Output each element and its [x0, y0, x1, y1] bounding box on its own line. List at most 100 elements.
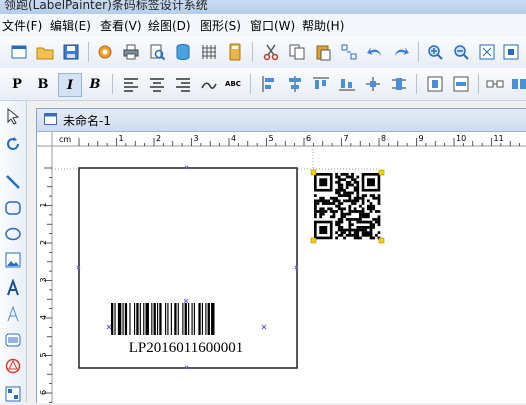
label-border-rectangle[interactable]	[78, 167, 298, 369]
outline-text-tool-icon[interactable]	[2, 303, 24, 325]
qr-module	[345, 199, 349, 203]
qr-module	[327, 199, 330, 203]
database-icon[interactable]	[172, 41, 194, 63]
qr-module	[329, 207, 333, 211]
same-height-icon[interactable]	[508, 73, 526, 95]
rounded-rectangle-tool-icon[interactable]	[2, 197, 24, 219]
qr-module	[372, 204, 376, 208]
menu-window[interactable]: 窗口(W)	[250, 17, 295, 34]
copy-icon[interactable]	[286, 41, 308, 63]
print-preview-icon[interactable]	[146, 41, 168, 63]
redo-icon[interactable]	[390, 41, 412, 63]
align-distribute-icon[interactable]	[338, 41, 360, 63]
design-canvas[interactable]: cm 1 2 3 4 5 6 7 8 9 10 11 123456 LP2016011600001	[37, 132, 526, 403]
zoom-in-icon[interactable]	[424, 41, 446, 63]
barcode-bar	[177, 303, 179, 335]
qr-module	[369, 236, 373, 240]
menu-edit[interactable]: 编辑(E)	[50, 17, 91, 34]
bold-italic-button[interactable]: B	[84, 73, 106, 95]
menu-view[interactable]: 查看(V)	[100, 17, 142, 34]
actual-size-icon[interactable]	[500, 41, 522, 63]
font-style-p-button[interactable]: P	[6, 73, 28, 95]
select-pointer-icon[interactable]	[2, 105, 24, 127]
barcode-bar	[211, 303, 215, 335]
ellipse-tool-icon[interactable]	[2, 223, 24, 245]
open-folder-icon[interactable]	[34, 41, 56, 63]
qr-module	[364, 226, 368, 229]
fit-page-icon[interactable]	[476, 41, 498, 63]
align-left-icon[interactable]	[120, 73, 142, 95]
align-right-icon[interactable]	[172, 73, 194, 95]
save-icon[interactable]	[60, 41, 82, 63]
qr-code[interactable]	[314, 173, 381, 240]
drawing-toolbar	[0, 101, 27, 402]
qr-module	[351, 218, 354, 221]
bold-button[interactable]: B	[32, 73, 54, 95]
same-width-icon[interactable]	[484, 73, 506, 95]
qr-module	[361, 215, 365, 219]
italic-button[interactable]: I	[58, 73, 82, 97]
qr-resize-handle[interactable]	[378, 169, 385, 176]
standard-toolbar	[0, 36, 526, 69]
menu-help[interactable]: 帮助(H)	[302, 17, 344, 34]
center-horizontally-icon[interactable]	[424, 73, 446, 95]
ruler-label: 7	[344, 134, 349, 143]
qr-module	[343, 199, 346, 203]
qr-module	[369, 226, 373, 229]
align-objects-bottom-icon[interactable]	[336, 73, 358, 95]
stamp-tool-icon[interactable]	[2, 355, 24, 377]
settings-gear-icon[interactable]	[94, 41, 116, 63]
zoom-out-icon[interactable]	[450, 41, 472, 63]
qr-module	[348, 231, 352, 235]
qr-module	[337, 199, 341, 203]
qr-finder	[319, 226, 328, 234]
align-objects-left-icon[interactable]	[258, 73, 280, 95]
qr-module	[314, 204, 317, 208]
align-center-icon[interactable]	[146, 73, 168, 95]
qr-module	[359, 196, 362, 200]
center-vertically-icon[interactable]	[450, 73, 472, 95]
qr-module	[319, 196, 323, 200]
qr-module	[332, 196, 336, 200]
qr-module	[351, 183, 354, 187]
qr-module	[340, 215, 344, 219]
qr-module	[316, 199, 320, 203]
menu-shape[interactable]: 图形(S)	[200, 17, 241, 34]
align-objects-hcenter-icon[interactable]	[284, 73, 306, 95]
abc-text-button[interactable]: ABC	[222, 73, 244, 95]
image-tool-icon[interactable]	[2, 249, 24, 271]
text-path-icon[interactable]	[198, 73, 220, 95]
qr-module	[340, 183, 344, 187]
barcode-tool-icon[interactable]	[2, 329, 24, 351]
qr-resize-handle[interactable]	[310, 169, 317, 176]
print-icon[interactable]	[120, 41, 142, 63]
rotate-tool-icon[interactable]	[2, 133, 24, 155]
qr-module	[337, 220, 341, 224]
qr-module	[359, 226, 362, 229]
distribute-horizontal-icon[interactable]	[362, 73, 384, 95]
calculator-icon[interactable]	[224, 41, 246, 63]
qr-module	[314, 212, 317, 216]
barcode-bar	[188, 303, 190, 335]
document-tab-title[interactable]: 未命名-1	[63, 112, 111, 129]
qr-module	[335, 196, 338, 200]
menu-draw[interactable]: 绘图(D)	[148, 17, 191, 34]
qr-module	[345, 233, 349, 237]
grid-icon[interactable]	[198, 41, 220, 63]
qr-module	[345, 173, 349, 176]
cut-icon[interactable]	[260, 41, 282, 63]
new-document-icon[interactable]	[8, 41, 30, 63]
qr-module	[356, 191, 360, 195]
undo-icon[interactable]	[364, 41, 386, 63]
paste-icon[interactable]	[312, 41, 334, 63]
qr-module	[340, 188, 344, 192]
align-objects-top-icon[interactable]	[310, 73, 332, 95]
distribute-vertical-icon[interactable]	[388, 73, 410, 95]
line-tool-icon[interactable]	[2, 171, 24, 193]
qr-resize-handle[interactable]	[378, 237, 385, 244]
qr-resize-handle[interactable]	[310, 237, 317, 244]
text-tool-icon[interactable]	[2, 277, 24, 299]
qr-module	[337, 223, 341, 227]
qr-module	[321, 196, 325, 200]
menu-file[interactable]: 文件(F)	[2, 17, 42, 34]
